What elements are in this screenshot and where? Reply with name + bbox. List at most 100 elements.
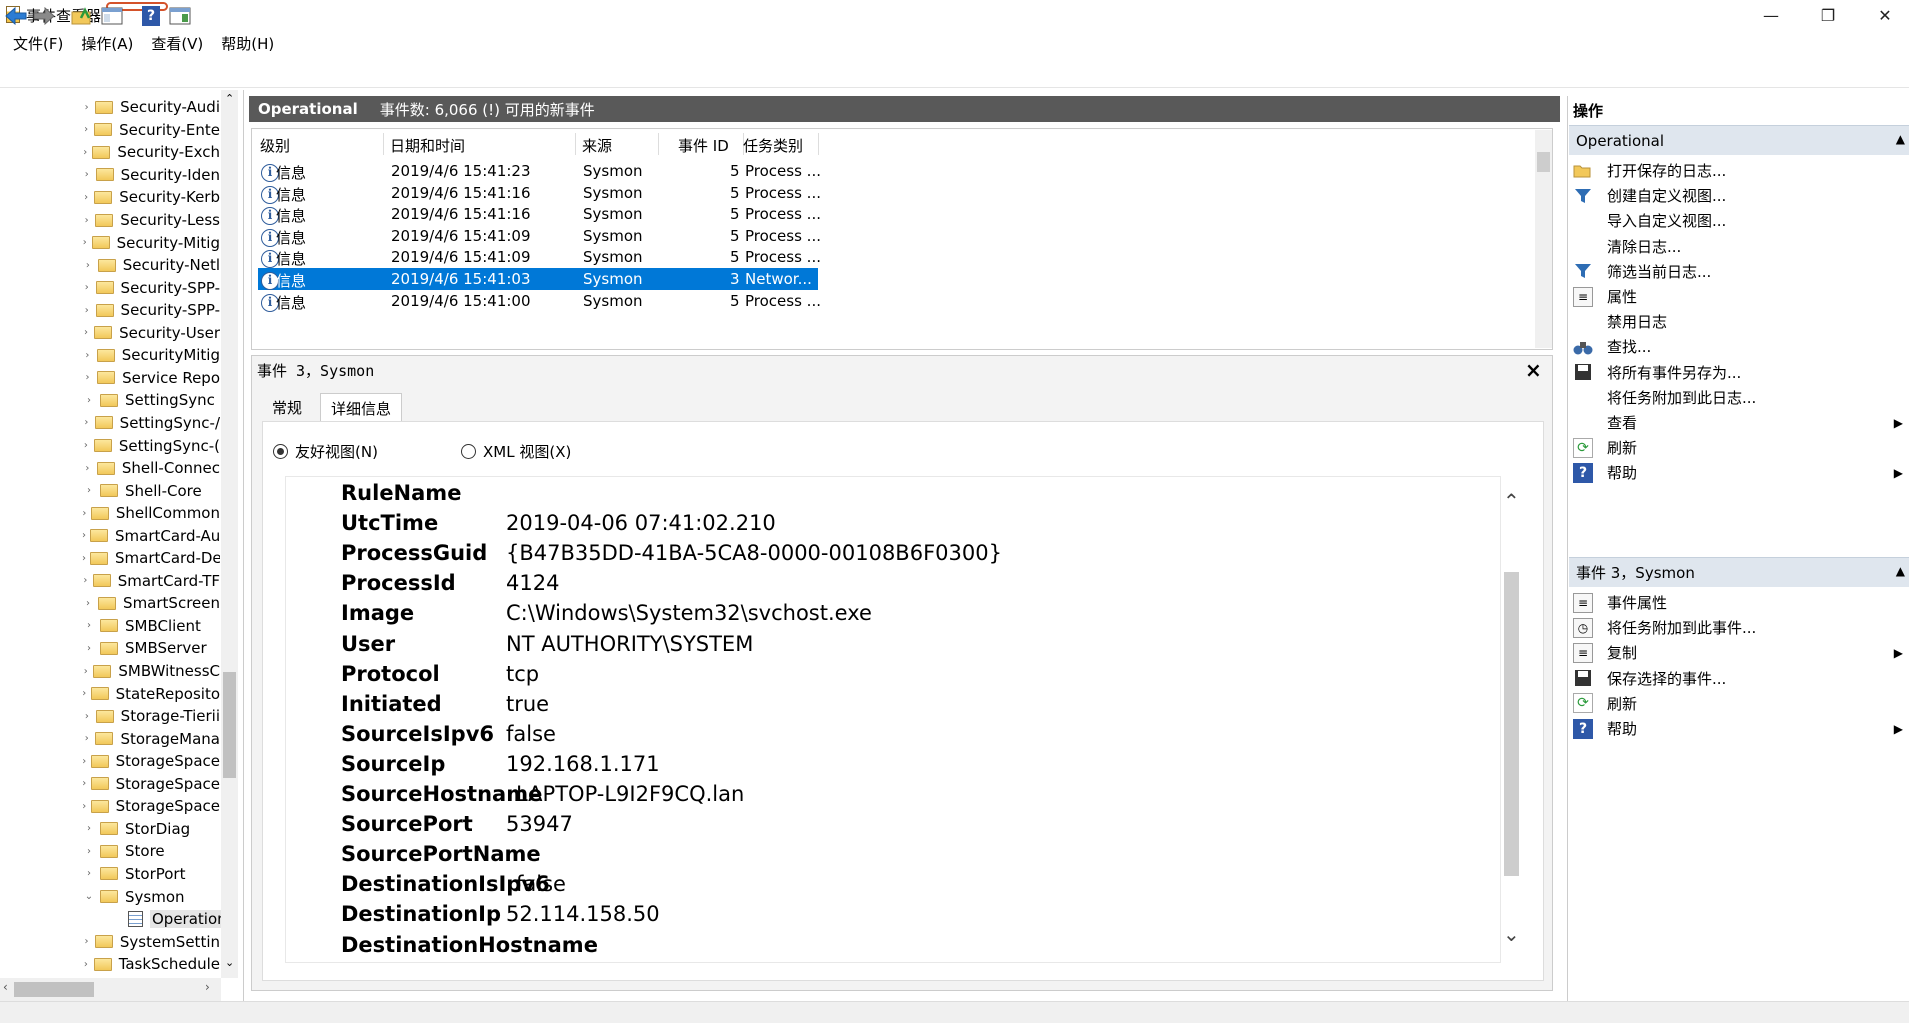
xml-view-radio[interactable]: XML 视图(X)	[461, 441, 571, 462]
tree-hscroll-thumb[interactable]	[14, 982, 94, 997]
action-item[interactable]: 禁用日志	[1573, 308, 1907, 335]
tree-item[interactable]: › StorageSpace	[0, 795, 220, 818]
close-button[interactable]: ✕	[1857, 0, 1909, 30]
chevron-right-icon[interactable]: ›	[82, 417, 91, 428]
actions-section-operational[interactable]: Operational ▲	[1569, 125, 1909, 155]
chevron-right-icon[interactable]: ›	[82, 575, 89, 586]
chevron-right-icon[interactable]: ›	[82, 192, 90, 203]
menu-view[interactable]: 查看(V)	[142, 33, 212, 54]
tree-item[interactable]: › StorPort	[0, 863, 220, 886]
chevron-right-icon[interactable]: ›	[82, 102, 91, 113]
tree-item[interactable]: › Security-Netl	[0, 254, 220, 277]
tree-item[interactable]: › Service Repo	[0, 367, 220, 390]
action-item[interactable]: 将任务附加到此日志...	[1573, 384, 1907, 411]
chevron-right-icon[interactable]: ›	[82, 147, 88, 158]
tree-item[interactable]: › Security-Iden	[0, 164, 220, 187]
back-arrow-icon[interactable]	[4, 4, 28, 28]
tree-item[interactable]: › SystemSettin	[0, 930, 220, 953]
tree-item[interactable]: › Store	[0, 840, 220, 863]
menu-file[interactable]: 文件(F)	[4, 33, 72, 54]
tree-item[interactable]: › SecurityMitig	[0, 344, 220, 367]
chevron-right-icon[interactable]: ›	[82, 305, 92, 316]
help-icon[interactable]: ?	[139, 4, 163, 28]
column-datetime[interactable]: 日期和时间	[390, 135, 465, 156]
chevron-right-icon[interactable]: ›	[82, 530, 86, 541]
action-item[interactable]: 创建自定义视图...	[1573, 182, 1907, 209]
chevron-right-icon[interactable]: ›	[82, 733, 91, 744]
tree-item[interactable]: › SmartCard-TF	[0, 570, 220, 593]
scroll-up-arrow-icon[interactable]: ⌃	[225, 92, 234, 105]
tree-item[interactable]: ⌄ Sysmon	[0, 885, 220, 908]
chevron-right-icon[interactable]: ›	[82, 778, 87, 789]
tree-item[interactable]: Operation	[20, 908, 240, 931]
chevron-up-icon[interactable]: ⌃	[1503, 489, 1520, 513]
tree-scroll-thumb[interactable]	[223, 672, 236, 778]
action-item[interactable]: ? 帮助 ▶	[1573, 715, 1907, 742]
tree-item[interactable]: › Security-Kerb	[0, 186, 220, 209]
chevron-right-icon[interactable]: ›	[82, 823, 96, 834]
action-item[interactable]: ≡ 属性	[1573, 283, 1907, 310]
tree-item[interactable]: › Security-Audi	[0, 96, 220, 119]
tree-item[interactable]: › ShellCommon	[0, 502, 220, 525]
collapse-up-icon[interactable]: ▲	[1896, 132, 1905, 146]
table-row[interactable]: i 信息 2019/4/6 15:41:23 Sysmon 5 Process ...	[258, 160, 821, 182]
table-row[interactable]: i 信息 2019/4/6 15:41:16 Sysmon 5 Process ...	[258, 203, 821, 226]
chevron-right-icon[interactable]: ›	[82, 327, 90, 338]
action-item[interactable]: 将所有事件另存为...	[1573, 359, 1907, 386]
tree-item[interactable]: › Security-SPP-	[0, 299, 220, 322]
action-item[interactable]: 筛选当前日志...	[1573, 258, 1907, 285]
table-row[interactable]: i 信息 2019/4/6 15:41:03 Sysmon 3 Networ...	[258, 268, 818, 290]
tree-item[interactable]: › StorDiag	[0, 818, 220, 841]
tree-item[interactable]: › Security-Less	[0, 209, 220, 232]
collapse-up-icon[interactable]: ▲	[1896, 564, 1905, 578]
chevron-right-icon[interactable]: ›	[82, 756, 87, 767]
action-item[interactable]: ⟳ 刷新	[1573, 434, 1907, 461]
tree-item[interactable]: › TaskSchedule	[0, 953, 220, 976]
chevron-right-icon[interactable]: ›	[82, 936, 91, 947]
tree-item[interactable]: › Storage-Tierii	[0, 705, 220, 728]
tree-item[interactable]: › SmartCard-Au	[0, 524, 220, 547]
action-item[interactable]: 打开保存的日志...	[1573, 157, 1907, 184]
chevron-right-icon[interactable]: ›	[82, 440, 90, 451]
chevron-right-icon[interactable]: ›	[82, 260, 94, 271]
chevron-right-icon[interactable]: ›	[82, 643, 96, 654]
tree-item[interactable]: › Security-Exch	[0, 141, 220, 164]
action-item[interactable]: ◷ 将任务附加到此事件...	[1573, 614, 1907, 641]
folder-up-icon[interactable]	[70, 4, 94, 28]
tree-item[interactable]: › Shell-Core	[0, 479, 220, 502]
chevron-right-icon[interactable]: ›	[82, 237, 88, 248]
tree-item[interactable]: › StorageMana	[0, 727, 220, 750]
chevron-right-icon[interactable]: ›	[82, 801, 87, 812]
chevron-right-icon[interactable]: ›	[82, 508, 87, 519]
menu-help[interactable]: 帮助(H)	[212, 33, 283, 54]
chevron-right-icon[interactable]: ›	[82, 395, 96, 406]
tree-item[interactable]: › SettingSync	[0, 389, 220, 412]
menu-action[interactable]: 操作(A)	[72, 33, 142, 54]
action-item[interactable]: 查看 ▶	[1573, 409, 1907, 436]
close-icon[interactable]: ×	[1525, 358, 1542, 382]
action-item[interactable]: 保存选择的事件...	[1573, 665, 1907, 692]
tree-item[interactable]: › Shell-Connec	[0, 457, 220, 480]
chevron-right-icon[interactable]: ›	[82, 215, 91, 226]
tree-item[interactable]: › SMBClient	[0, 615, 220, 638]
action-item[interactable]: 清除日志...	[1573, 233, 1907, 260]
actions-section-event[interactable]: 事件 3，Sysmon ▲	[1569, 557, 1909, 587]
chevron-right-icon[interactable]: ›	[82, 372, 93, 383]
tree-item[interactable]: › Security-Ente	[0, 119, 220, 142]
action-item[interactable]: 查找...	[1573, 333, 1907, 360]
action-item[interactable]: ≡ 事件属性	[1573, 589, 1907, 616]
tree-item[interactable]: › SettingSync-(	[0, 434, 220, 457]
chevron-right-icon[interactable]: ›	[82, 463, 93, 474]
friendly-view-radio[interactable]: 友好视图(N)	[273, 441, 378, 462]
chevron-right-icon[interactable]: ›	[82, 620, 96, 631]
chevron-right-icon[interactable]: ›	[82, 868, 96, 879]
action-item[interactable]: ? 帮助 ▶	[1573, 459, 1907, 486]
chevron-right-icon[interactable]: ›	[82, 553, 86, 564]
column-source[interactable]: 来源	[582, 135, 612, 156]
chevron-right-icon[interactable]: ›	[82, 282, 92, 293]
column-event-id[interactable]: 事件 ID	[678, 135, 729, 156]
column-level[interactable]: 级别	[260, 135, 290, 156]
table-row[interactable]: i 信息 2019/4/6 15:41:16 Sysmon 5 Process ...	[258, 182, 821, 204]
action-item[interactable]: ⟳ 刷新	[1573, 690, 1907, 717]
tree-item[interactable]: › SettingSync-/	[0, 412, 220, 435]
